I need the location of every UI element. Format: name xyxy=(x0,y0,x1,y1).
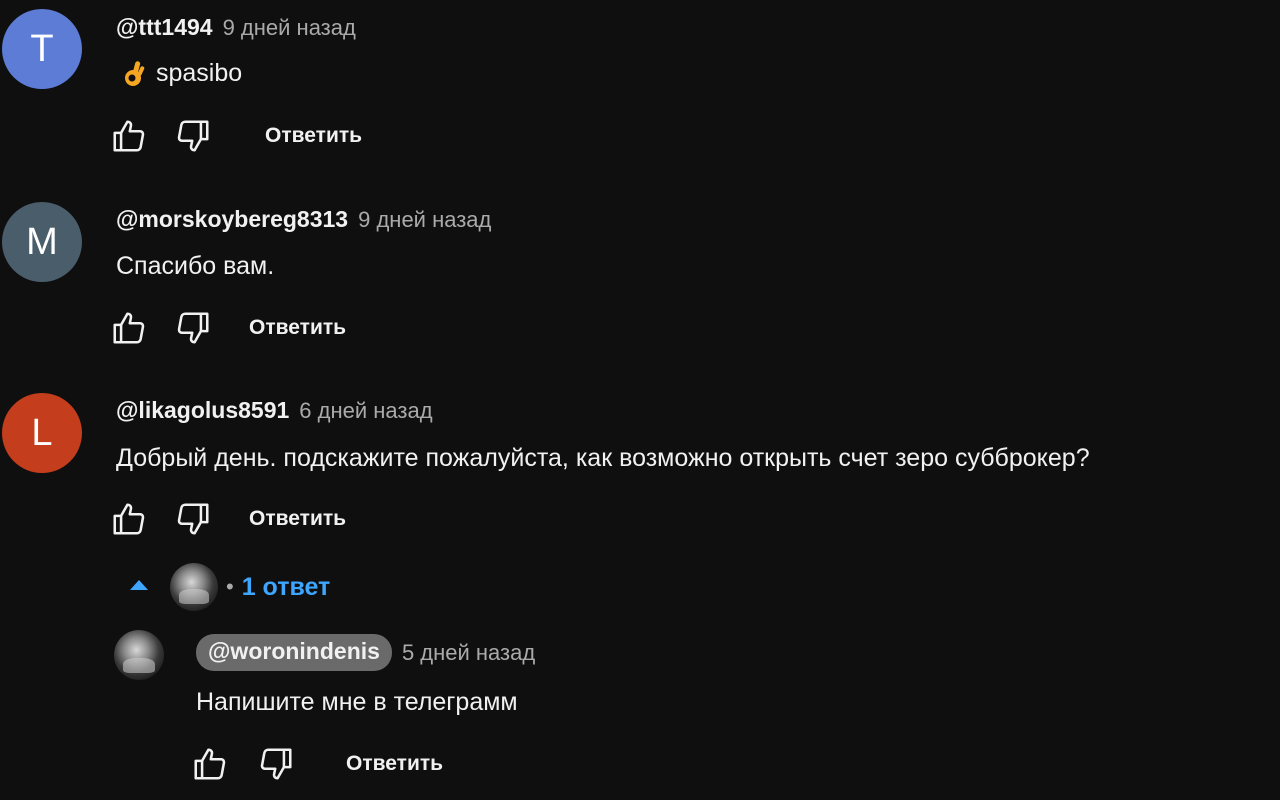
avatar[interactable]: M xyxy=(2,202,82,282)
like-icon[interactable] xyxy=(109,116,149,156)
reply-button[interactable]: Ответить xyxy=(249,507,346,531)
comment-actions: Ответить xyxy=(190,744,443,784)
comment-author[interactable]: @ttt1494 xyxy=(116,14,213,41)
comment-time[interactable]: 6 дней назад xyxy=(299,398,432,424)
comment-header: @woronindenis 5 дней назад xyxy=(196,634,535,671)
comment-author[interactable]: @likagolus8591 xyxy=(116,397,289,424)
avatar-letter: T xyxy=(30,27,54,70)
reply-author-avatar xyxy=(170,563,218,611)
avatar-letter: M xyxy=(26,220,58,263)
like-icon[interactable] xyxy=(109,308,149,348)
comment-text-row: spasibo xyxy=(120,58,242,88)
comment-time[interactable]: 5 дней назад xyxy=(402,640,535,666)
comment-time[interactable]: 9 дней назад xyxy=(223,15,356,41)
avatar-letter: L xyxy=(31,411,53,454)
comment-header: @morskoybereg8313 9 дней назад xyxy=(116,206,491,233)
comment-text: spasibo xyxy=(156,58,243,87)
comment-time[interactable]: 9 дней назад xyxy=(358,207,491,233)
comment-actions: Ответить xyxy=(109,499,346,539)
comment-text-row: Добрый день. подскажите пожалуйста, как … xyxy=(116,444,1090,473)
avatar[interactable]: L xyxy=(2,393,82,473)
reply-button[interactable]: Ответить xyxy=(265,124,362,148)
reply-button[interactable]: Ответить xyxy=(249,316,346,340)
comment-header: @likagolus8591 6 дней назад xyxy=(116,397,433,424)
separator-dot: • xyxy=(226,574,234,599)
comment-author-highlighted[interactable]: @woronindenis xyxy=(196,634,392,671)
avatar[interactable]: T xyxy=(2,9,82,89)
avatar[interactable] xyxy=(114,630,164,680)
like-icon[interactable] xyxy=(109,499,149,539)
comment-author[interactable]: @morskoybereg8313 xyxy=(116,206,348,233)
comment-text: Добрый день. подскажите пожалуйста, как … xyxy=(116,444,1090,472)
comments-section: T @ttt1494 9 дней назад spasibo Ответить… xyxy=(0,0,1280,800)
reply-button[interactable]: Ответить xyxy=(346,752,443,776)
comment-text: Спасибо вам. xyxy=(116,252,275,280)
comment-header: @ttt1494 9 дней назад xyxy=(116,14,356,41)
dislike-icon[interactable] xyxy=(256,744,296,784)
collapse-arrow-icon xyxy=(128,578,150,597)
comment-actions: Ответить xyxy=(109,308,346,348)
like-icon[interactable] xyxy=(190,744,230,784)
dislike-icon[interactable] xyxy=(173,499,213,539)
replies-count: 1 ответ xyxy=(241,572,331,601)
comment-text-row: Спасибо вам. xyxy=(116,252,274,281)
dislike-icon[interactable] xyxy=(173,116,213,156)
comment-text-row: Напишите мне в телеграмм xyxy=(196,688,518,717)
ok-hand-emoji-icon xyxy=(120,58,148,88)
dislike-icon[interactable] xyxy=(173,308,213,348)
comment-actions: Ответить xyxy=(109,116,362,156)
replies-toggle[interactable]: • 1 ответ xyxy=(128,563,330,611)
comment-text: Напишите мне в телеграмм xyxy=(196,688,518,716)
